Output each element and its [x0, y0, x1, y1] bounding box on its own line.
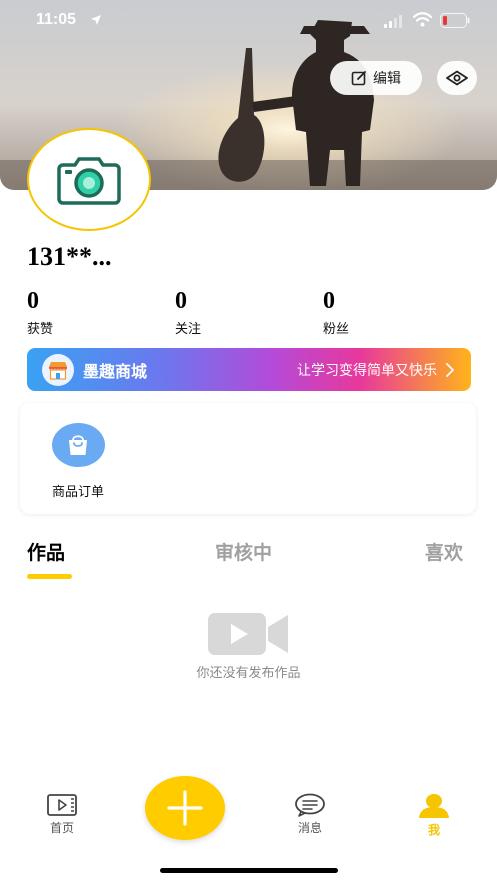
edit-profile-button[interactable]: 编辑	[330, 61, 422, 95]
nav-messages[interactable]: 消息	[280, 793, 340, 836]
shop-title: 墨趣商城	[83, 361, 148, 381]
publish-plus-button[interactable]	[145, 776, 225, 840]
product-orders-button[interactable]: 商品订单	[42, 423, 114, 500]
nav-me-label: 我	[427, 823, 440, 837]
tab-under-review[interactable]: 审核中	[215, 538, 272, 565]
video-home-icon	[47, 794, 77, 816]
stat-following[interactable]: 0 关注	[175, 287, 201, 337]
nav-home[interactable]: 首页	[32, 793, 92, 836]
signal-icon	[384, 15, 402, 28]
active-tab-indicator	[27, 574, 72, 579]
stat-likes-value: 0	[27, 288, 39, 314]
eye-icon	[446, 70, 468, 86]
tab-likes[interactable]: 喜欢	[425, 538, 463, 565]
chevron-right-icon	[446, 362, 454, 377]
tab-works[interactable]: 作品	[27, 538, 65, 565]
home-indicator	[160, 868, 338, 873]
wifi-icon	[413, 12, 432, 27]
services-card: 商品订单	[20, 403, 476, 514]
battery-low-icon	[440, 13, 470, 28]
stat-likes[interactable]: 0 获赞	[27, 287, 53, 337]
stat-followers-label: 粉丝	[323, 322, 350, 337]
shop-slogan: 让学习变得简单又快乐	[297, 362, 437, 379]
location-arrow-icon	[91, 15, 101, 25]
nav-messages-label: 消息	[297, 821, 322, 835]
video-camera-icon	[208, 613, 288, 655]
camera-icon	[57, 156, 121, 205]
edit-icon	[351, 71, 366, 86]
shop-icon	[42, 353, 74, 386]
message-icon	[295, 793, 325, 817]
stat-likes-label: 获赞	[27, 322, 54, 337]
empty-state-text: 你还没有发布作品	[196, 666, 301, 681]
shop-banner[interactable]: 墨趣商城 让学习变得简单又快乐	[27, 348, 471, 391]
plus-icon	[167, 790, 203, 826]
avatar[interactable]	[27, 128, 151, 231]
stat-followers-value: 0	[323, 288, 335, 314]
username: 131**...	[27, 242, 112, 271]
status-bar: 11:05	[0, 0, 497, 44]
stat-following-label: 关注	[175, 322, 202, 337]
nav-home-label: 首页	[49, 821, 74, 835]
user-icon	[419, 794, 449, 818]
stat-following-value: 0	[175, 288, 187, 314]
shopping-bag-icon	[51, 423, 105, 467]
status-time: 11:05	[36, 11, 77, 28]
nav-me[interactable]: 我	[404, 793, 464, 838]
stat-followers[interactable]: 0 粉丝	[323, 287, 349, 337]
edit-label: 编辑	[373, 71, 401, 87]
product-orders-label: 商品订单	[51, 485, 104, 500]
visibility-button[interactable]	[437, 61, 477, 95]
